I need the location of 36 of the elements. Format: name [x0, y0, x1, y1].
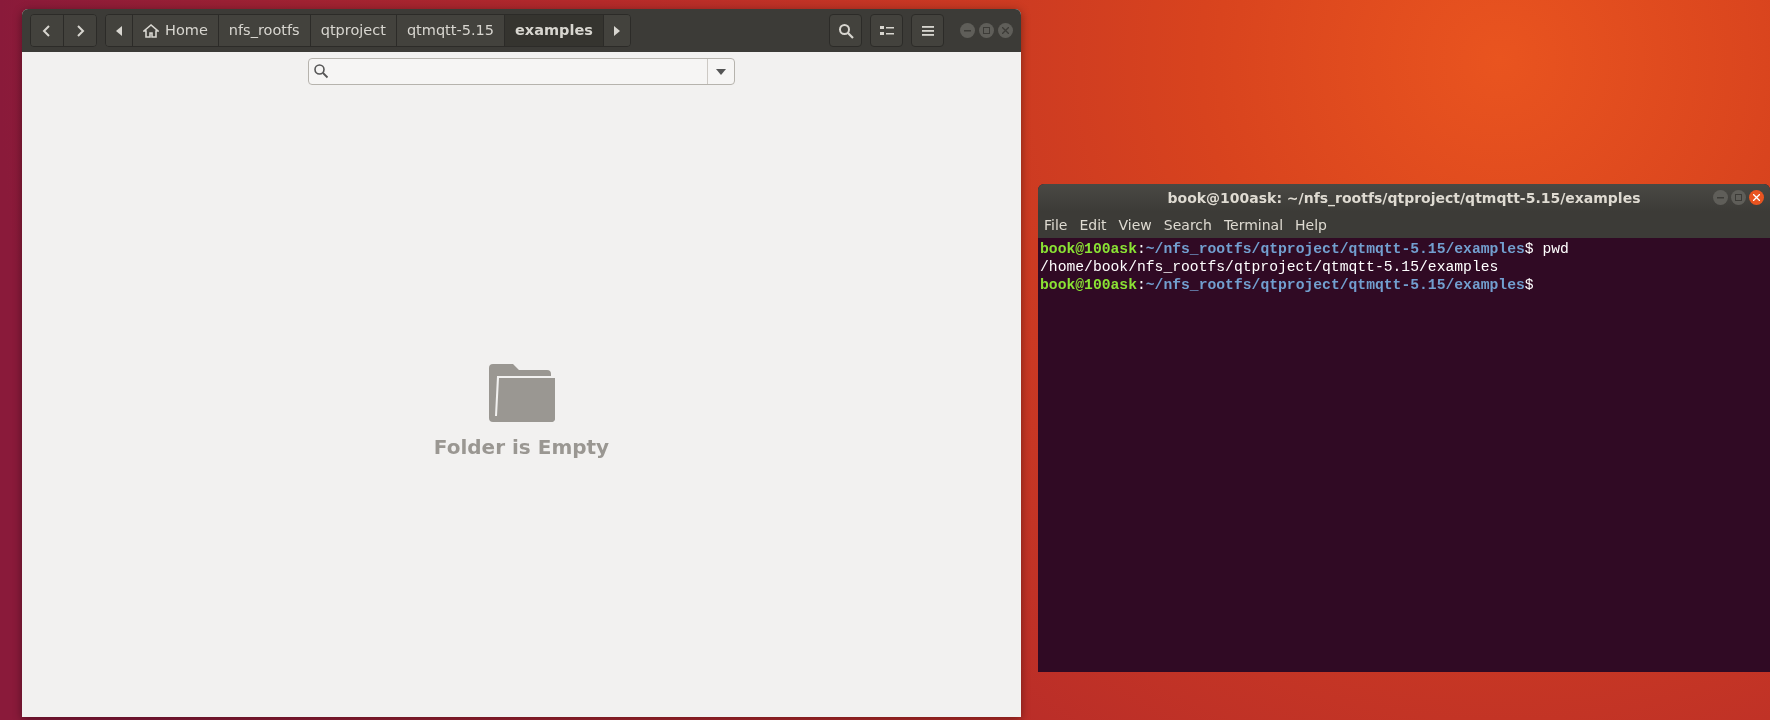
menu-item[interactable]: Terminal — [1223, 214, 1284, 236]
output-line: /home/book/nfs_rootfs/qtproject/qtmqtt-5.15/examples — [1040, 258, 1500, 276]
window-title: book@100ask: ~/nfs_rootfs/qtproject/qtmqtt-5.15/examples — [1167, 188, 1641, 209]
home-icon — [143, 23, 159, 38]
empty-folder-message: Folder is Empty — [433, 434, 610, 461]
menu-icon — [921, 24, 934, 37]
minimize-icon — [1717, 196, 1724, 199]
chevron-right-icon — [74, 23, 86, 38]
menu-item[interactable]: Search — [1163, 214, 1212, 236]
breadcrumb-button[interactable]: examples — [505, 15, 604, 46]
close-button[interactable] — [1749, 190, 1764, 205]
menu-item[interactable]: Help — [1295, 214, 1327, 236]
back-button[interactable] — [31, 15, 64, 46]
triangle-right-icon — [613, 25, 620, 36]
menu-item[interactable]: View — [1118, 214, 1152, 236]
prompt-line: book@100ask:~/nfs_rootfs/qtproject/qtmqtt-5.15/examples$ pwd — [1040, 240, 1570, 258]
search-icon — [313, 63, 329, 79]
list-view-icon — [879, 24, 894, 37]
close-icon — [1002, 27, 1009, 34]
close-icon — [1753, 194, 1760, 201]
chevron-left-icon — [41, 23, 53, 38]
search-field[interactable] — [308, 58, 735, 85]
scroll-left-button[interactable] — [106, 15, 133, 46]
folder-icon — [488, 364, 555, 422]
menu-button[interactable] — [911, 14, 944, 47]
prompt-line: book@100ask:~/nfs_rootfs/qtproject/qtmqtt-5.15/examples$ — [1040, 276, 1535, 294]
search-icon — [837, 22, 854, 39]
view-toggle-button[interactable] — [870, 14, 903, 47]
menu-item[interactable]: Edit — [1079, 214, 1107, 236]
maximize-icon — [983, 27, 990, 34]
triangle-left-icon — [116, 25, 122, 36]
menu-item[interactable]: File — [1044, 214, 1068, 236]
caret-down-icon — [716, 68, 726, 75]
minimize-icon — [964, 29, 971, 32]
search-button[interactable] — [829, 14, 862, 47]
maximize-icon — [1735, 194, 1742, 201]
